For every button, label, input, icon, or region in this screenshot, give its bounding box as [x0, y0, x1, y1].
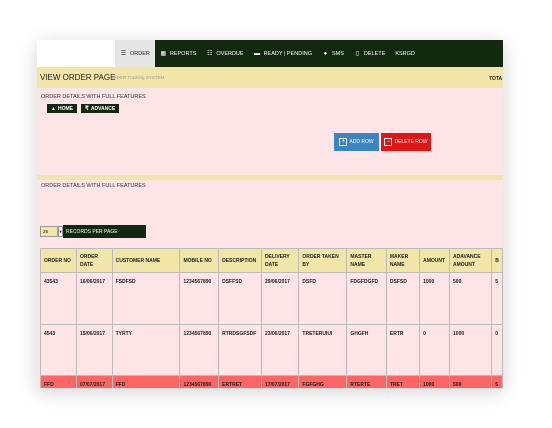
trash-icon: ▯: [355, 51, 360, 57]
records-per-page-select[interactable]: 25: [40, 226, 58, 237]
page-title-bar: VIEW ORDER PAGE ORDER Tracking SYSTEM TO…: [37, 67, 503, 88]
nav-sms[interactable]: ● SMS: [317, 40, 349, 67]
column-header[interactable]: B: [491, 248, 503, 273]
column-header[interactable]: ORDER NO: [40, 248, 77, 273]
table-cell: DSFD: [298, 272, 348, 325]
table-cell: 1234567890: [179, 324, 220, 376]
table-cell: 07/07/2017: [75, 375, 113, 388]
order-actions-panel: [37, 88, 503, 175]
table-cell: 0: [419, 324, 451, 376]
column-header[interactable]: DELIVERY DATE: [260, 248, 300, 273]
table-cell: TYRTY: [111, 324, 181, 376]
plus-icon: +: [339, 138, 348, 146]
user-icon: ●: [323, 50, 328, 57]
nav-order[interactable]: ☰ ORDER: [115, 40, 155, 67]
nav-sms-label: SMS: [331, 50, 344, 57]
records-per-page-control: 25 ▼ RECORDS PER PAGE: [40, 225, 146, 238]
table-cell: FSDFSD: [111, 272, 181, 325]
table-cell: 1234567890: [179, 375, 220, 388]
table-cell: ERTR: [385, 324, 421, 376]
section-heading-2: ORDER DETAILS WITH FULL FEATURES: [41, 183, 146, 189]
home-button[interactable]: ▲ HOME: [47, 104, 77, 113]
column-header[interactable]: CUSTOMER NAME: [111, 248, 181, 273]
column-header[interactable]: AMOUNT: [419, 248, 451, 273]
table-cell: TRET: [385, 375, 421, 388]
column-header[interactable]: ORDER TAKEN BY: [298, 248, 348, 273]
nav-overdue-label: OVERDUE: [216, 50, 244, 57]
column-header[interactable]: MAKER NAME: [385, 248, 421, 273]
table-cell: 29/06/2017: [260, 272, 300, 325]
nav-delete-label: DELETE: [363, 50, 386, 57]
rupee-icon: ₹: [85, 106, 89, 112]
table-cell: FDGFDGFD: [346, 272, 387, 325]
advance-button[interactable]: ₹ ADVANCE: [81, 104, 120, 113]
column-header[interactable]: MASTER NAME: [346, 248, 387, 273]
list-icon: ☷: [207, 51, 213, 57]
delete-row-button[interactable]: − DELETE ROW: [381, 133, 431, 151]
table-cell: 500: [449, 272, 493, 325]
nav-order-label: ORDER: [130, 50, 150, 57]
table-cell: FFD: [40, 375, 77, 388]
table-cell: ERTRET: [218, 375, 262, 388]
home-icon: ▲: [51, 105, 56, 112]
nav-reports[interactable]: ▦ REPORTS: [155, 40, 202, 67]
page-title: VIEW ORDER PAGE: [40, 73, 116, 82]
page-subtitle: ORDER Tracking SYSTEM: [110, 75, 165, 80]
table-cell: FFD: [111, 375, 181, 388]
table-cell: 1000: [419, 375, 451, 388]
nav-delete[interactable]: ▯ DELETE: [349, 40, 390, 67]
add-row-label: ADD ROW: [349, 139, 374, 145]
table-cell: DSFFSD: [218, 272, 262, 325]
minus-icon: −: [384, 138, 393, 146]
table-cell: RTRDSGFSDF: [218, 324, 262, 376]
nav-overdue[interactable]: ☷ OVERDUE: [201, 40, 248, 67]
app-window: ☰ ORDER ▦ REPORTS ☷ OVERDUE ▬ READY | PE…: [37, 40, 503, 388]
grid-icon: ▦: [160, 51, 167, 57]
table-cell: FGFGHG: [298, 375, 348, 388]
table-header-row: ORDER NO ORDER DATE CUSTOMER NAME MOBILE…: [40, 248, 503, 273]
total-label: TOTA: [489, 76, 503, 82]
records-per-page-label: RECORDS PER PAGE: [63, 225, 146, 238]
column-header[interactable]: ADAVANCE AMOUNT: [449, 248, 493, 273]
nav-ksrgd-label: KSRGD: [395, 50, 415, 57]
table-cell: 5: [491, 272, 503, 325]
nav-ready-pending-label: READY | PENDING: [263, 50, 312, 57]
table-cell: 43543: [40, 272, 77, 325]
column-header[interactable]: DESCRIPTION: [218, 248, 262, 273]
column-header[interactable]: MOBILE NO: [179, 248, 220, 273]
truck-icon: ▬: [254, 50, 261, 57]
table-row[interactable]: 4543 15/06/2017 TYRTY 1234567890 RTRDSGF…: [40, 324, 503, 376]
table-cell: 23/06/2017: [260, 324, 300, 376]
main-nav: ☰ ORDER ▦ REPORTS ☷ OVERDUE ▬ READY | PE…: [115, 40, 420, 67]
table-cell: GHGFH: [346, 324, 387, 376]
nav-ready-pending[interactable]: ▬ READY | PENDING: [249, 40, 317, 67]
table-cell: 1234567890: [179, 272, 220, 325]
table-cell: DSFSD: [385, 272, 421, 325]
table-cell: 5: [491, 375, 503, 388]
table-cell: 1000: [449, 324, 493, 376]
section-heading: ORDER DETAILS WITH FULL FEATURES: [41, 94, 146, 100]
advance-button-label: ADVANCE: [90, 105, 116, 112]
table-cell: 17/07/2017: [260, 375, 300, 388]
add-row-button[interactable]: + ADD ROW: [334, 133, 379, 151]
orders-table: ORDER NO ORDER DATE CUSTOMER NAME MOBILE…: [40, 248, 503, 388]
table-cell: 500: [449, 375, 493, 388]
column-header[interactable]: ORDER DATE: [75, 248, 113, 273]
home-button-label: HOME: [57, 105, 73, 112]
delete-row-label: DELETE ROW: [394, 139, 428, 145]
table-cell: 1000: [419, 272, 451, 325]
table-cell: 15/06/2017: [75, 324, 113, 376]
nav-reports-label: REPORTS: [169, 50, 197, 57]
table-row-highlighted[interactable]: FFD 07/07/2017 FFD 1234567890 ERTRET 17/…: [40, 375, 503, 388]
top-navbar: ☰ ORDER ▦ REPORTS ☷ OVERDUE ▬ READY | PE…: [37, 40, 503, 67]
list-icon: ☰: [120, 51, 127, 57]
table-cell: 16/06/2017: [75, 272, 113, 325]
nav-ksrgd[interactable]: KSRGD: [390, 40, 420, 67]
table-cell: 0: [491, 324, 503, 376]
table-cell: TRETERUIUI: [298, 324, 348, 376]
table-row[interactable]: 43543 16/06/2017 FSDFSD 1234567890 DSFFS…: [40, 272, 503, 325]
table-cell: RTERTE: [346, 375, 387, 388]
table-cell: 4543: [40, 324, 77, 376]
